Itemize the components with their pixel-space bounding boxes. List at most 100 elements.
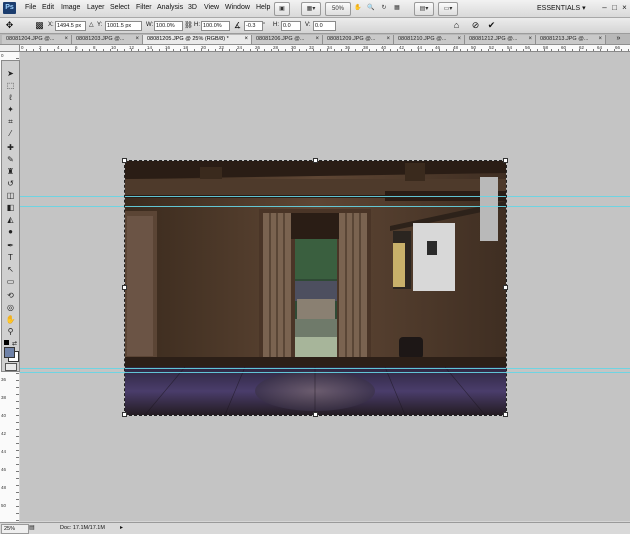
transform-handle-bottom-right[interactable] (503, 412, 508, 417)
menu-image[interactable]: Image (61, 4, 80, 11)
screen-mode-button[interactable]: ▭▾ (438, 2, 458, 16)
close-tab-icon[interactable]: × (64, 35, 68, 44)
link-icon[interactable]: ⛓ (183, 20, 194, 31)
move-tool-icon[interactable]: ➤ (5, 69, 16, 79)
shape-tool-icon[interactable]: ▭ (5, 277, 16, 287)
menu-layer[interactable]: Layer (87, 4, 105, 11)
more-tabs-icon[interactable]: » (613, 33, 624, 44)
clone-stamp-tool-icon[interactable]: ♜ (5, 167, 16, 177)
transform-handle-bottom[interactable] (313, 412, 318, 417)
maximize-button[interactable]: □ (610, 3, 619, 12)
bridge-icon: ▣ (279, 6, 285, 12)
quick-mask-icon[interactable] (5, 363, 17, 371)
transform-handle-right[interactable] (503, 285, 508, 290)
marquee-tool-icon[interactable]: ⬚ (5, 81, 16, 91)
tab-document-active[interactable]: 08081205.JPG @ 25% (RGB/8) * × (143, 35, 252, 44)
eraser-tool-icon[interactable]: ◫ (5, 191, 16, 201)
menu-select[interactable]: Select (110, 4, 129, 11)
close-tab-icon[interactable]: × (315, 35, 319, 44)
ruler-left-label: 40 (1, 413, 7, 418)
menu-filter[interactable]: Filter (136, 4, 152, 11)
status-icon[interactable]: ▤ (29, 524, 35, 531)
menu-help[interactable]: Help (256, 4, 270, 11)
grid-icon[interactable]: ▦ (392, 2, 402, 14)
height-scale-input[interactable]: 100.0% (201, 21, 230, 31)
swap-colors-icon[interactable]: ⇄ (12, 340, 17, 347)
cancel-transform-icon[interactable]: ⊘ (470, 20, 481, 31)
default-colors-icon[interactable] (4, 340, 9, 345)
hand-icon[interactable]: ✋ (353, 2, 363, 14)
dodge-tool-icon[interactable]: ● (5, 227, 16, 237)
transform-handle-top-left[interactable] (122, 158, 127, 163)
close-tab-icon[interactable]: × (244, 35, 248, 44)
ruler-top-label: 2 (39, 45, 42, 50)
horizontal-skew-input[interactable]: 0.0 (281, 21, 301, 31)
rotation-input[interactable]: -0.3 (244, 21, 263, 31)
menu-analysis[interactable]: Analysis (157, 4, 183, 11)
magic-wand-tool-icon[interactable]: ✦ (5, 105, 16, 115)
tab-document-2[interactable]: 08081203.JPG @... × (72, 35, 143, 44)
close-tab-icon[interactable]: × (598, 35, 602, 44)
close-tab-icon[interactable]: × (457, 35, 461, 44)
hand-tool-icon[interactable]: ✋ (5, 315, 16, 325)
crop-tool-icon[interactable]: ⌗ (5, 117, 16, 127)
tool-preset-picker[interactable]: ✥ (4, 20, 15, 31)
vertical-skew-input[interactable]: 0.0 (313, 21, 336, 31)
healing-brush-tool-icon[interactable]: ✚ (5, 143, 16, 153)
menu-window[interactable]: Window (225, 4, 250, 11)
workspace-switcher[interactable]: ESSENTIALS ▾ (537, 3, 593, 14)
tab-document-8[interactable]: 08081213.JPG @... × (536, 35, 606, 44)
menu-3d[interactable]: 3D (188, 4, 197, 11)
tab-document-4[interactable]: 08081206.JPG @... × (252, 35, 323, 44)
zoom-icon[interactable]: 🔍 (366, 2, 376, 14)
commit-transform-icon[interactable]: ✔ (486, 20, 497, 31)
rotate-view-icon[interactable]: ↻ (379, 2, 389, 14)
extras-button[interactable]: ▦▾ (301, 2, 321, 16)
foreground-color-swatch[interactable] (4, 347, 15, 358)
status-menu-arrow-icon[interactable]: ▸ (120, 524, 123, 531)
minimize-button[interactable]: – (600, 3, 609, 12)
close-tab-icon[interactable]: × (386, 35, 390, 44)
tab-document-1[interactable]: 08081204.JPG @... × (2, 35, 72, 44)
tab-document-6[interactable]: 08081210.JPG @... × (394, 35, 465, 44)
3d-orbit-tool-icon[interactable]: ◎ (5, 303, 16, 313)
gradient-tool-icon[interactable]: ◧ (5, 203, 16, 213)
y-position-input[interactable]: 1001.5 px (105, 21, 142, 31)
arrange-documents-button[interactable]: ▤▾ (414, 2, 434, 16)
lasso-tool-icon[interactable]: ℓ (5, 93, 16, 103)
path-selection-tool-icon[interactable]: ↖ (5, 265, 16, 275)
transform-handle-left[interactable] (122, 285, 127, 290)
y-label: Y: (97, 22, 103, 28)
close-window-button[interactable]: × (620, 3, 629, 12)
relative-position-icon[interactable]: △ (89, 21, 94, 30)
warp-mode-icon[interactable]: ⌂ (451, 20, 462, 31)
tab-document-5[interactable]: 08081209.JPG @... × (323, 35, 394, 44)
transform-handle-bottom-left[interactable] (122, 412, 127, 417)
transform-bounding-box (124, 160, 507, 416)
x-position-input[interactable]: 1494.5 px (55, 21, 86, 31)
reference-point-icon[interactable]: ▩ (34, 20, 45, 31)
pen-tool-icon[interactable]: ✒ (5, 241, 16, 251)
type-tool-icon[interactable]: T (5, 253, 16, 263)
3d-rotate-tool-icon[interactable]: ⟲ (5, 291, 16, 301)
close-tab-icon[interactable]: × (135, 35, 139, 44)
ruler-origin[interactable] (0, 45, 20, 52)
tab-document-7[interactable]: 08081212.JPG @... × (465, 35, 536, 44)
ruler-top-label: 36 (345, 45, 351, 50)
w-label: W: (146, 22, 154, 28)
bridge-button[interactable]: ▣ (274, 2, 290, 16)
zoom-level-button[interactable]: 50% (325, 2, 351, 16)
eyedropper-tool-icon[interactable]: ⁄ (5, 129, 16, 139)
blur-tool-icon[interactable]: ◭ (5, 215, 16, 225)
history-brush-tool-icon[interactable]: ↺ (5, 179, 16, 189)
menu-edit[interactable]: Edit (42, 4, 54, 11)
horizontal-ruler[interactable]: 0 2 4 6 8 10 12 14 16 18 20 22 24 26 28 30 32 34 36 38 40 42 4… (19, 45, 630, 52)
zoom-tool-icon[interactable]: ⚲ (5, 327, 16, 337)
width-scale-input[interactable]: 100.0% (154, 21, 183, 31)
transform-handle-top[interactable] (313, 158, 318, 163)
menu-view[interactable]: View (204, 4, 219, 11)
transform-handle-top-right[interactable] (503, 158, 508, 163)
menu-file[interactable]: File (25, 4, 36, 11)
brush-tool-icon[interactable]: ✎ (5, 155, 16, 165)
close-tab-icon[interactable]: × (528, 35, 532, 44)
